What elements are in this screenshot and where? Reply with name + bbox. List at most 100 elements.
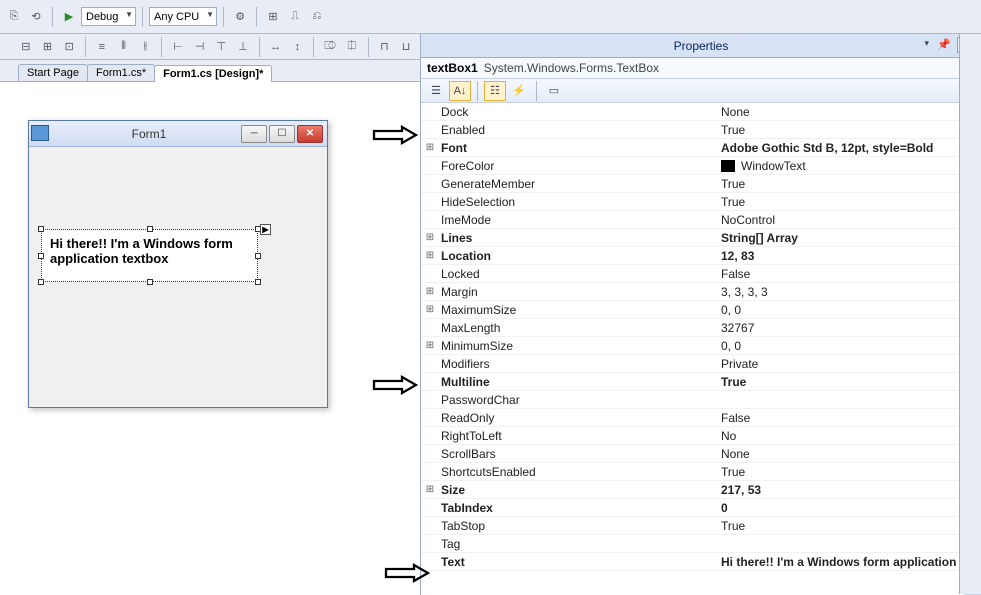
align-icon[interactable]: ⊣ [190, 37, 210, 57]
toolbar-button[interactable]: ⚙ [230, 7, 250, 27]
property-row[interactable]: RightToLeftNo [421, 427, 981, 445]
panel-menu-icon[interactable]: ▾ [924, 38, 929, 49]
categorized-icon[interactable]: ☰ [425, 81, 447, 101]
play-icon[interactable]: ▶ [59, 7, 79, 27]
align-icon[interactable]: ⊔ [396, 37, 416, 57]
property-row[interactable]: HideSelectionTrue [421, 193, 981, 211]
tab-form-design[interactable]: Form1.cs [Design]* [154, 65, 272, 82]
expand-icon[interactable]: ⊞ [421, 250, 439, 261]
expand-icon[interactable]: ⊞ [421, 232, 439, 243]
property-row[interactable]: LockedFalse [421, 265, 981, 283]
property-row[interactable]: TabStopTrue [421, 517, 981, 535]
property-row[interactable]: ForeColorWindowText [421, 157, 981, 175]
expand-icon[interactable]: ⊞ [421, 304, 439, 315]
property-value[interactable]: None [715, 105, 981, 119]
property-value[interactable]: None [715, 447, 981, 461]
property-row[interactable]: ⊞MaximumSize0, 0 [421, 301, 981, 319]
align-icon[interactable]: ⊡ [59, 37, 79, 57]
expand-icon[interactable]: ⊞ [421, 286, 439, 297]
expand-icon[interactable]: ⊞ [421, 484, 439, 495]
property-row[interactable]: ⊞LinesString[] Array [421, 229, 981, 247]
properties-icon[interactable]: ☷ [484, 81, 506, 101]
smart-tag-icon[interactable]: ▶ [260, 224, 271, 235]
property-value[interactable]: 12, 83 [715, 249, 981, 263]
property-row[interactable]: TabIndex0 [421, 499, 981, 517]
property-row[interactable]: ⊞Size217, 53 [421, 481, 981, 499]
property-value[interactable]: True [715, 195, 981, 209]
toolbar-button[interactable]: ⎍ [285, 7, 305, 27]
property-value[interactable]: 0 [715, 501, 981, 515]
tab-form-cs[interactable]: Form1.cs* [87, 64, 155, 81]
property-row[interactable]: ⊞FontAdobe Gothic Std B, 12pt, style=Bol… [421, 139, 981, 157]
property-value[interactable]: True [715, 375, 981, 389]
property-value[interactable]: True [715, 177, 981, 191]
property-value[interactable]: True [715, 123, 981, 137]
property-row[interactable]: PasswordChar [421, 391, 981, 409]
align-icon[interactable]: ≡ [92, 37, 112, 57]
designer-surface[interactable]: Form1 ─ ☐ ✕ Hi there!! I'm a Windows for… [0, 82, 420, 595]
close-icon[interactable]: ✕ [297, 125, 323, 143]
pin-icon[interactable]: 📌 [937, 38, 951, 51]
property-value[interactable]: WindowText [715, 159, 981, 173]
maximize-icon[interactable]: ☐ [269, 125, 295, 143]
resize-handle[interactable] [38, 279, 44, 285]
property-value[interactable]: 0, 0 [715, 303, 981, 317]
align-icon[interactable]: ⎅ [342, 37, 362, 57]
align-icon[interactable]: ↕ [288, 37, 308, 57]
property-row[interactable]: ⊞MinimumSize0, 0 [421, 337, 981, 355]
property-row[interactable]: MaxLength32767 [421, 319, 981, 337]
align-icon[interactable]: ⊢ [168, 37, 188, 57]
property-value[interactable]: 217, 53 [715, 483, 981, 497]
resize-handle[interactable] [147, 226, 153, 232]
property-row[interactable]: ModifiersPrivate [421, 355, 981, 373]
align-icon[interactable]: ⊞ [38, 37, 58, 57]
property-value[interactable]: False [715, 411, 981, 425]
property-row[interactable]: TextHi there!! I'm a Windows form applic… [421, 553, 981, 571]
property-row[interactable]: DockNone [421, 103, 981, 121]
expand-icon[interactable]: ⊞ [421, 142, 439, 153]
property-value[interactable]: True [715, 465, 981, 479]
form-client-area[interactable]: Hi there!! I'm a Windows form applicatio… [29, 147, 327, 407]
align-icon[interactable]: ⊥ [233, 37, 253, 57]
form-window[interactable]: Form1 ─ ☐ ✕ Hi there!! I'm a Windows for… [28, 120, 328, 408]
property-grid[interactable]: DockNoneEnabledTrue⊞FontAdobe Gothic Std… [421, 103, 981, 595]
side-tabs[interactable] [959, 34, 981, 594]
events-icon[interactable]: ⚡ [508, 81, 530, 101]
property-row[interactable]: ReadOnlyFalse [421, 409, 981, 427]
property-row[interactable]: ScrollBarsNone [421, 445, 981, 463]
property-row[interactable]: ⊞Margin3, 3, 3, 3 [421, 283, 981, 301]
resize-handle[interactable] [38, 226, 44, 232]
property-row[interactable]: GenerateMemberTrue [421, 175, 981, 193]
property-value[interactable]: 32767 [715, 321, 981, 335]
toolbar-button[interactable]: ⊞ [263, 7, 283, 27]
property-value[interactable]: No [715, 429, 981, 443]
property-value[interactable]: NoControl [715, 213, 981, 227]
form-titlebar[interactable]: Form1 ─ ☐ ✕ [29, 121, 327, 147]
property-value[interactable]: False [715, 267, 981, 281]
property-row[interactable]: ⊞Location12, 83 [421, 247, 981, 265]
platform-select[interactable]: Any CPU [149, 7, 217, 26]
tab-start-page[interactable]: Start Page [18, 64, 88, 81]
align-icon[interactable]: ⎄ [320, 37, 340, 57]
property-row[interactable]: Tag [421, 535, 981, 553]
align-icon[interactable]: ⫴ [114, 37, 134, 57]
property-value[interactable]: 3, 3, 3, 3 [715, 285, 981, 299]
property-value[interactable]: Private [715, 357, 981, 371]
toolbar-button[interactable]: ⎌ [307, 7, 327, 27]
property-row[interactable]: MultilineTrue [421, 373, 981, 391]
alphabetical-icon[interactable]: A↓ [449, 81, 471, 101]
property-value[interactable]: True [715, 519, 981, 533]
object-selector[interactable]: textBox1 System.Windows.Forms.TextBox ▼ [421, 58, 981, 79]
align-icon[interactable]: ↔ [266, 37, 286, 57]
resize-handle[interactable] [255, 253, 261, 259]
property-value[interactable]: 0, 0 [715, 339, 981, 353]
property-pages-icon[interactable]: ▭ [543, 81, 565, 101]
align-icon[interactable]: ⊤ [211, 37, 231, 57]
expand-icon[interactable]: ⊞ [421, 340, 439, 351]
toolbar-button[interactable]: ⟲ [26, 7, 46, 27]
property-value[interactable]: String[] Array [715, 231, 981, 245]
align-icon[interactable]: ⫲ [135, 37, 155, 57]
textbox-control[interactable]: Hi there!! I'm a Windows form applicatio… [41, 229, 258, 282]
minimize-icon[interactable]: ─ [241, 125, 267, 143]
config-select[interactable]: Debug [81, 7, 136, 26]
